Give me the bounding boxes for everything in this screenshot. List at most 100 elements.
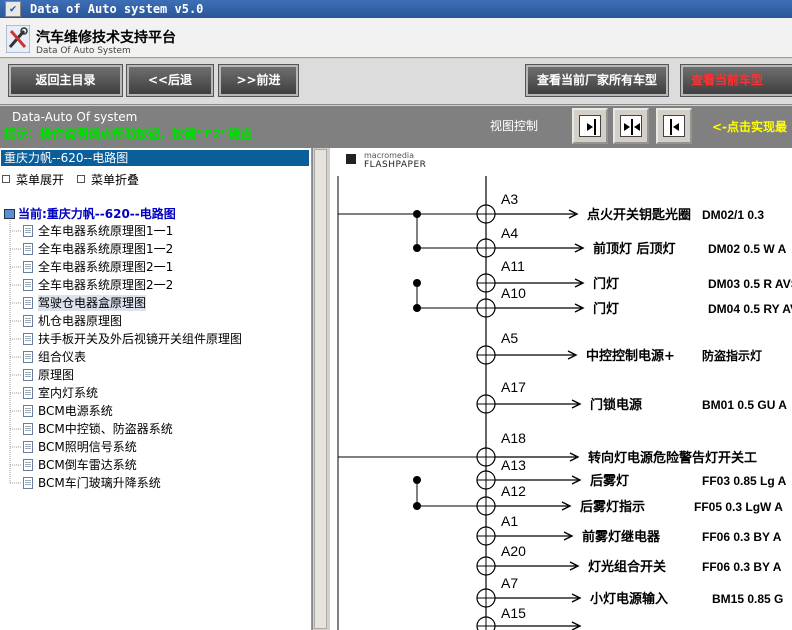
pin-wire-code: FF05 0.3 LgW A	[694, 500, 783, 514]
pin-description: 转向灯电源危险警告灯开关工	[588, 450, 757, 466]
view-right-button[interactable]	[572, 108, 608, 144]
tree-item[interactable]: 全车电器系统原理图1一1	[23, 223, 174, 239]
tree-item-label: BCM倒车雷达系统	[38, 458, 137, 472]
view-left-button[interactable]	[656, 108, 692, 144]
tree-item-label: 全车电器系统原理图2一1	[38, 260, 174, 274]
pin-description: 门锁电源	[590, 397, 642, 413]
pin-wire-code: FF06 0.3 BY A	[702, 530, 782, 544]
tree-item[interactable]: 驾驶仓电器盒原理图	[23, 295, 147, 311]
pin-label: A7	[501, 575, 518, 591]
document-icon	[23, 279, 33, 291]
pin-label: A18	[501, 430, 526, 446]
toolbar: 返回主目录 <<后退 >>前进 查看当前厂家所有车型 查看当前车型	[0, 59, 792, 105]
document-icon	[23, 441, 33, 453]
app-window: ✔ Data of Auto system v5.0 汽车维修技术支持平台 Da…	[0, 0, 792, 630]
document-icon	[23, 369, 33, 381]
tree-item-label: 室内灯系统	[38, 386, 99, 400]
tree-item-label: BCM照明信号系统	[38, 440, 137, 454]
home-button[interactable]: 返回主目录	[8, 64, 123, 97]
app-subtitle: Data Of Auto System	[36, 46, 131, 56]
document-icon	[23, 387, 33, 399]
window-title: Data of Auto system v5.0	[30, 2, 204, 16]
tree-item-label: 扶手板开关及外后视镜开关组件原理图	[38, 332, 243, 346]
pin-wire-code: 防盗指示灯	[702, 348, 762, 363]
tree-item[interactable]: 全车电器系统原理图2一1	[23, 259, 174, 275]
junction-dot	[413, 244, 421, 252]
document-icon	[23, 333, 33, 345]
junction-dot	[413, 210, 421, 218]
pin-description: 中控控制电源+	[586, 348, 675, 364]
tree-root-label: 当前:重庆力帆--620--电路图	[18, 207, 176, 221]
document-icon	[23, 297, 33, 309]
pin-label: A3	[501, 191, 518, 207]
document-icon	[23, 405, 33, 417]
pin-label: A15	[501, 605, 526, 621]
tree-item[interactable]: 全车电器系统原理图2一2	[23, 277, 174, 293]
tree-item-label: 驾驶仓电器盒原理图	[38, 296, 147, 310]
tree-item[interactable]: 全车电器系统原理图1一2	[23, 241, 174, 257]
pin-description: 后雾灯指示	[580, 499, 645, 515]
pin-wire-code: BM01 0.5 GU A	[702, 398, 787, 412]
current-model-button[interactable]: 查看当前车型	[680, 64, 792, 97]
tree-item[interactable]: 原理图	[23, 367, 74, 383]
pin-label: A17	[501, 379, 526, 395]
tree-item[interactable]: BCM照明信号系统	[23, 439, 137, 455]
document-icon	[23, 459, 33, 471]
junction-dot	[413, 279, 421, 287]
pin-description: 门灯	[593, 301, 619, 317]
arrow-right-icon	[579, 115, 601, 137]
title-bar: ✔ Data of Auto system v5.0	[0, 0, 792, 18]
pin-description: 门灯	[593, 276, 619, 292]
tree-item[interactable]: BCM中控锁、防盗器系统	[23, 421, 173, 437]
tree-item-label: 全车电器系统原理图1一1	[38, 224, 174, 238]
document-icon	[23, 243, 33, 255]
wiring-diagram: A3 点火开关钥匙光圈 DM02/1 0.3 A4 前顶灯 后顶灯 DM02 0.5 W …	[337, 176, 792, 630]
all-models-button[interactable]: 查看当前厂家所有车型	[525, 64, 669, 97]
sidebar-scrollbar[interactable]	[312, 148, 328, 630]
view-hint: <-点击实现最	[712, 120, 788, 134]
scrollbar-thumb[interactable]	[314, 149, 327, 629]
arrow-left-icon	[663, 115, 685, 137]
pin-wire-code: DM02/1 0.3	[702, 208, 764, 222]
sidebar: 重庆力帆--620--电路图 菜单展开 菜单折叠 当前:重庆力帆--620--电…	[0, 148, 312, 630]
pin-wire-code: FF03 0.85 Lg A	[702, 474, 787, 488]
document-icon	[23, 225, 33, 237]
pin-wire-code: BM15 0.85 G	[712, 592, 783, 606]
forward-button[interactable]: >>前进	[218, 64, 299, 97]
tools-logo-icon	[6, 25, 30, 53]
pin-label: A10	[501, 285, 526, 301]
pin-label: A5	[501, 330, 518, 346]
pin-wire-code: DM03 0.5 R AVSS	[708, 277, 792, 291]
app-header: 汽车维修技术支持平台 Data Of Auto System	[0, 18, 792, 58]
tree-root[interactable]: 当前:重庆力帆--620--电路图	[4, 205, 176, 222]
view-split-button[interactable]	[613, 108, 649, 144]
pin-description: 灯光组合开关	[588, 559, 666, 575]
computer-icon	[4, 209, 15, 219]
pin-label: A4	[501, 225, 518, 241]
pin-description: 前顶灯 后顶灯	[593, 241, 676, 257]
tree-item[interactable]: 扶手板开关及外后视镜开关组件原理图	[23, 331, 243, 347]
tree-item-label: 全车电器系统原理图1一2	[38, 242, 174, 256]
document-icon	[23, 423, 33, 435]
nav-bar: Data-Auto Of system 提示：操作说明请点帮助按钮，按键“F2”…	[0, 106, 792, 148]
document-icon	[23, 315, 33, 327]
pin-wire-code: FF06 0.3 BY A	[702, 560, 782, 574]
pin-description: 前雾灯继电器	[582, 529, 661, 545]
tree-item[interactable]: BCM车门玻璃升降系统	[23, 475, 161, 491]
pin-description: 小灯电源输入	[590, 591, 668, 607]
pin-description: 后雾灯	[590, 473, 629, 489]
tree-item[interactable]: BCM倒车雷达系统	[23, 457, 137, 473]
tree-item[interactable]: BCM电源系统	[23, 403, 113, 419]
tree-item-label: BCM电源系统	[38, 404, 113, 418]
app-icon: ✔	[5, 1, 21, 17]
junction-dot	[413, 476, 421, 484]
tree-item-label: 全车电器系统原理图2一2	[38, 278, 174, 292]
back-button[interactable]: <<后退	[126, 64, 214, 97]
tree-item[interactable]: 机仓电器原理图	[23, 313, 122, 329]
tree-item[interactable]: 室内灯系统	[23, 385, 99, 401]
document-icon	[23, 261, 33, 273]
pin-label: A11	[501, 258, 525, 274]
pin-wire-code: DM02 0.5 W A	[708, 242, 787, 256]
tree-item[interactable]: 组合仪表	[23, 349, 86, 365]
pin-label: A20	[501, 543, 526, 559]
